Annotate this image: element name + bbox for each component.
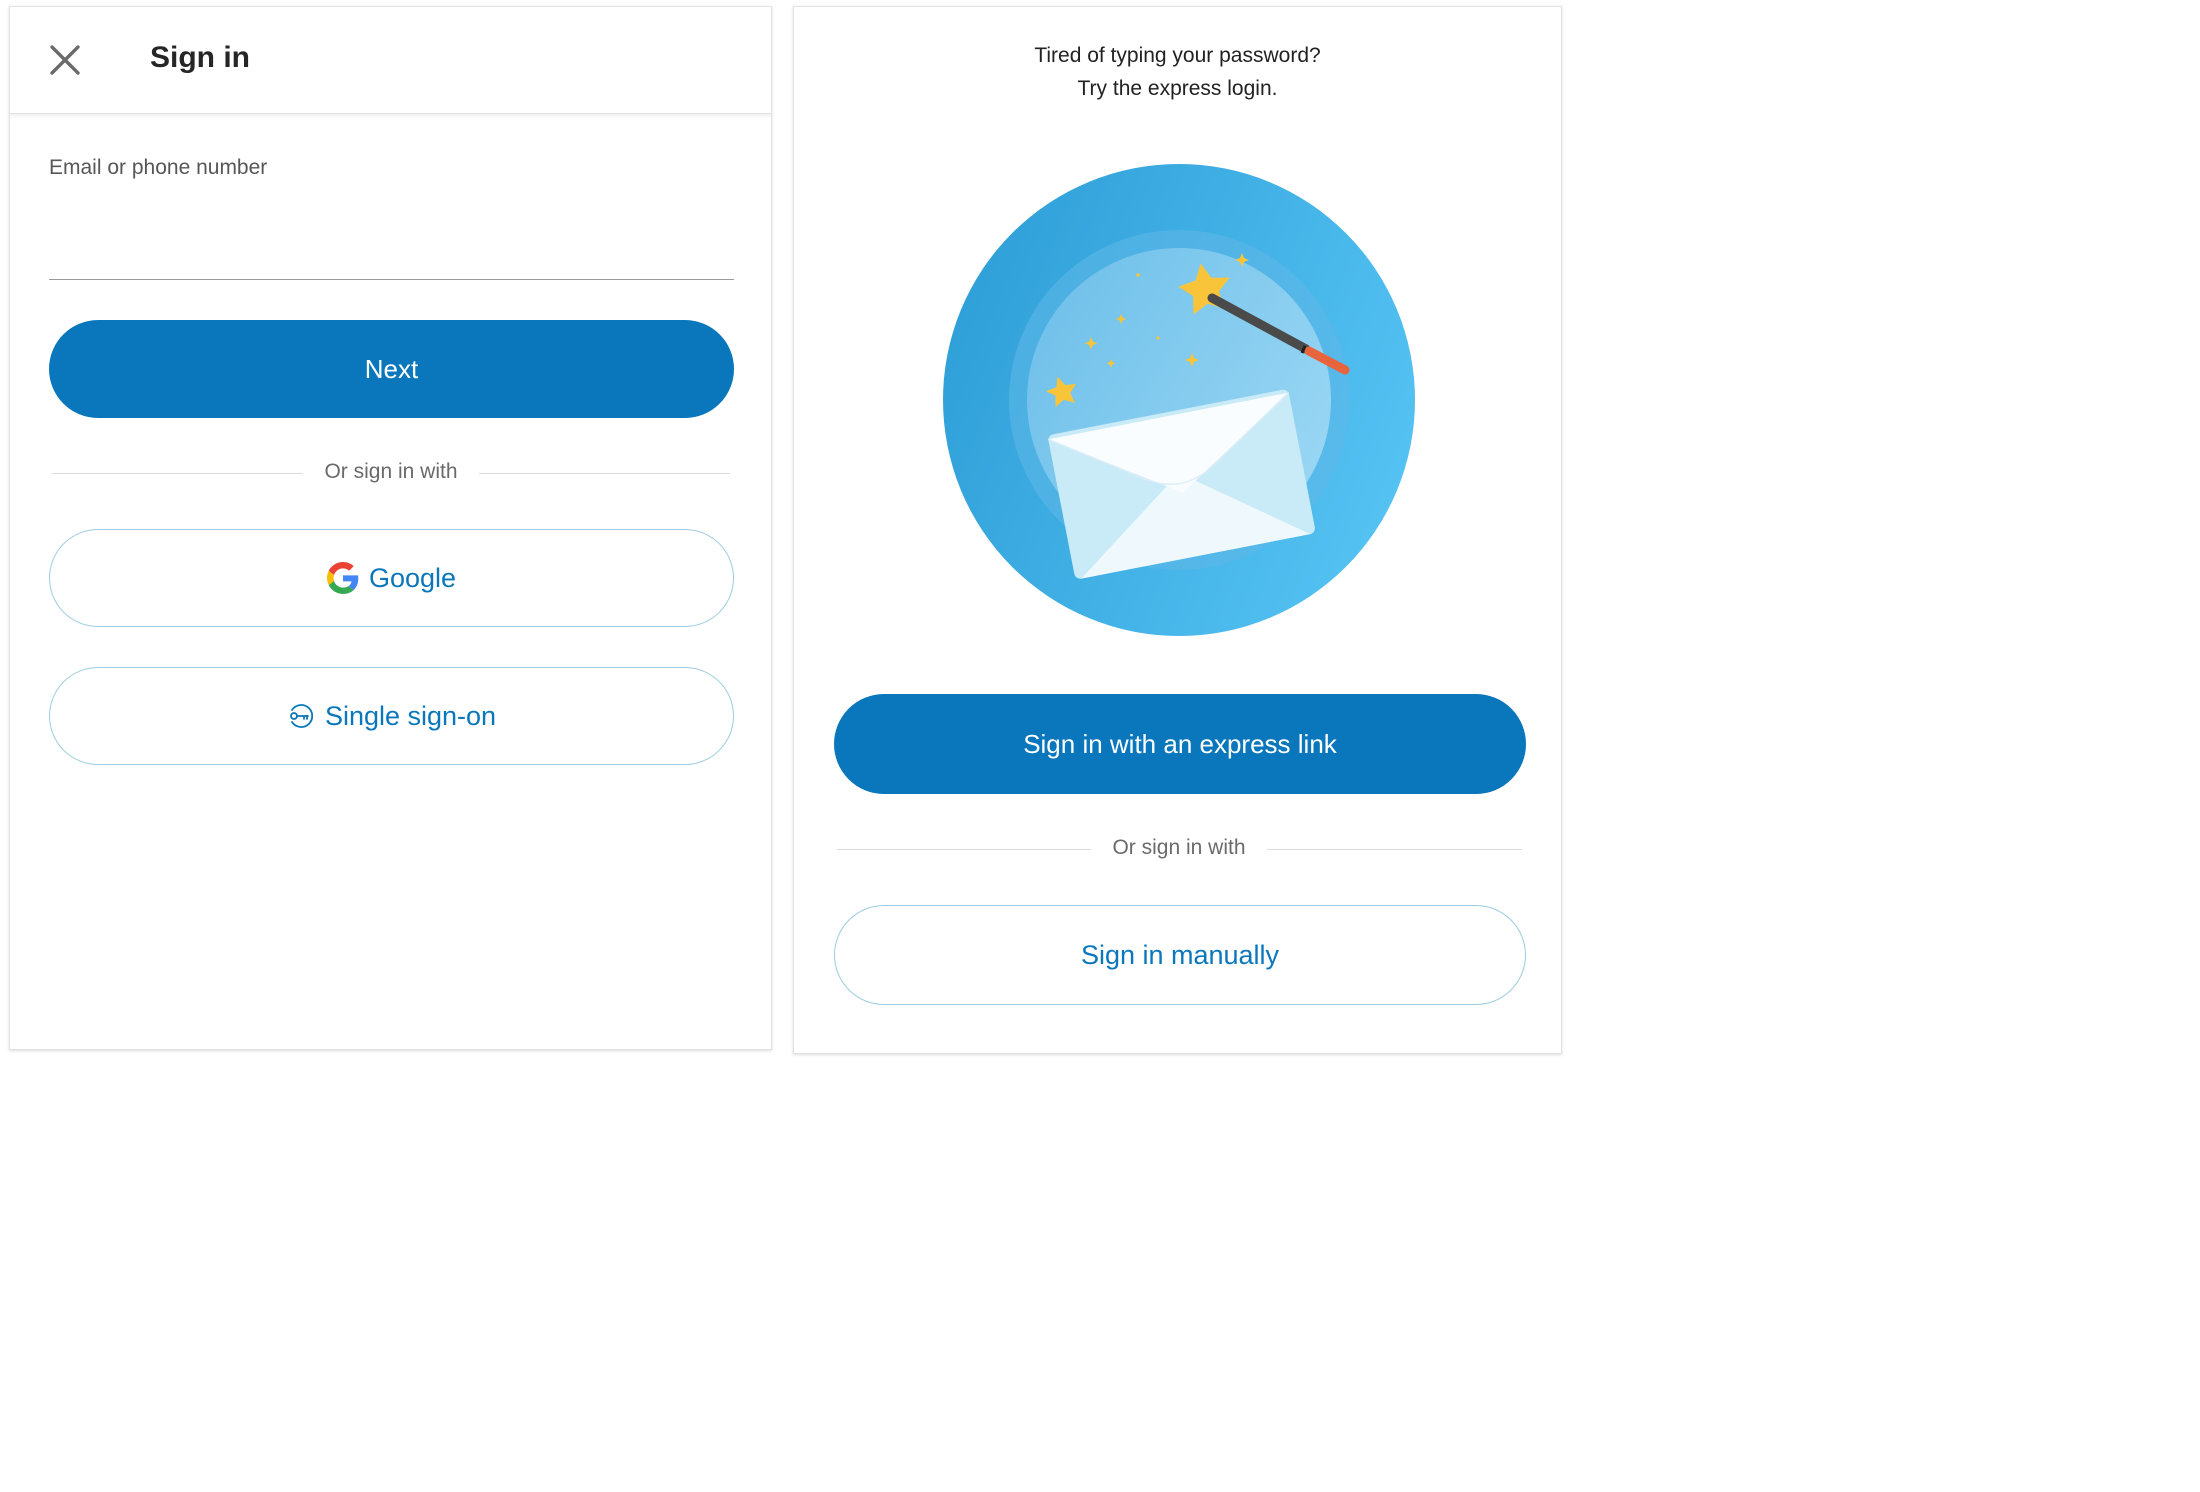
single-sign-on-button[interactable]: Single sign-on bbox=[49, 667, 734, 765]
divider-line-right bbox=[1267, 849, 1522, 850]
express-login-illustration bbox=[943, 164, 1415, 636]
sign-in-panel: Sign in Email or phone number Next Or si… bbox=[9, 6, 772, 1050]
key-icon bbox=[287, 702, 315, 730]
next-button[interactable]: Next bbox=[49, 320, 734, 418]
divider-line-left bbox=[52, 473, 303, 474]
tagline-line-1: Tired of typing your password? bbox=[1034, 44, 1321, 67]
divider-line-right bbox=[479, 473, 730, 474]
page-title: Sign in bbox=[150, 41, 250, 74]
header-bar: Sign in bbox=[10, 7, 771, 114]
sso-button-label: Single sign-on bbox=[324, 700, 497, 731]
divider-line-left bbox=[837, 849, 1091, 850]
google-sign-in-button[interactable]: Google bbox=[49, 529, 734, 627]
or-sign-in-with-text: Or sign in with bbox=[1112, 836, 1246, 859]
tagline-line-2: Try the express login. bbox=[1077, 77, 1278, 100]
express-link-button[interactable]: Sign in with an express link bbox=[834, 694, 1526, 794]
express-login-panel: Tired of typing your password? Try the e… bbox=[793, 6, 1562, 1054]
email-label: Email or phone number bbox=[49, 156, 268, 179]
close-icon bbox=[50, 45, 80, 75]
google-icon bbox=[326, 562, 359, 594]
google-button-label: Google bbox=[368, 562, 457, 593]
sign-in-manually-button[interactable]: Sign in manually bbox=[834, 905, 1526, 1005]
email-field[interactable] bbox=[49, 212, 734, 280]
or-sign-in-with-text: Or sign in with bbox=[324, 460, 458, 483]
close-button[interactable] bbox=[46, 41, 84, 79]
